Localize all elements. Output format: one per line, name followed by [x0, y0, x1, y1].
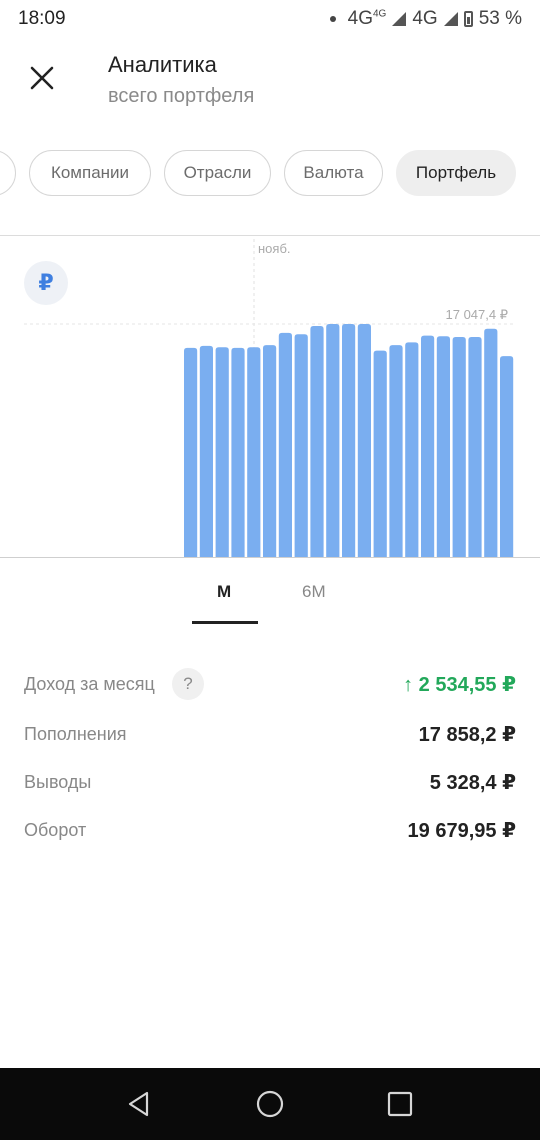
status-indicators: 4G4G 4G 53 %	[329, 8, 522, 30]
page-subtitle: всего портфеля	[108, 85, 255, 107]
chart-bar[interactable]	[436, 336, 450, 557]
chart-bar[interactable]	[184, 347, 198, 557]
filter-chips: Компании Отрасли Валюта Портфель	[0, 150, 540, 198]
portfolio-chart[interactable]: нояб. 17 047,4 ₽ ₽	[0, 235, 540, 559]
close-icon[interactable]	[22, 58, 62, 98]
chart-bar[interactable]	[199, 345, 213, 557]
arrow-up-icon: ↑	[403, 674, 414, 696]
stat-value: 5 328,4 ₽	[429, 772, 516, 794]
chart-bar[interactable]	[421, 335, 435, 557]
notification-dot-icon	[329, 16, 336, 22]
stat-label: Пополнения	[24, 724, 127, 744]
system-nav-bar	[0, 1068, 540, 1140]
chart-bar[interactable]	[215, 347, 229, 557]
stat-label: Доход за месяц	[24, 674, 155, 694]
network-type-2: 4G	[412, 8, 438, 29]
chart-bar[interactable]	[247, 347, 261, 557]
stat-label: Оборот	[24, 820, 87, 840]
stat-value: ↑ 2 534,55 ₽	[403, 674, 516, 696]
stat-row-turnover: Оборот 19 679,95 ₽	[24, 814, 516, 848]
signal-icon	[392, 12, 407, 26]
tab-month[interactable]: М	[217, 582, 231, 602]
chart-bar[interactable]	[484, 328, 498, 557]
home-icon[interactable]	[254, 1088, 286, 1120]
chart-bar[interactable]	[389, 345, 403, 557]
month-marker-label: нояб.	[258, 241, 291, 256]
back-icon[interactable]	[123, 1088, 155, 1120]
chip-portfolio[interactable]: Портфель	[396, 150, 516, 196]
recents-icon[interactable]	[384, 1088, 416, 1120]
stat-row-income: Доход за месяц ? ↑ 2 534,55 ₽	[24, 668, 516, 702]
bar-chart: нояб. 17 047,4 ₽	[0, 235, 540, 558]
chart-bar[interactable]	[294, 334, 308, 557]
stat-label: Выводы	[24, 772, 92, 792]
chart-bar[interactable]	[310, 326, 324, 557]
stat-value: 19 679,95 ₽	[407, 820, 516, 842]
signal-icon	[443, 12, 458, 26]
chip-industries[interactable]: Отрасли	[164, 150, 271, 196]
chart-bar[interactable]	[468, 336, 482, 557]
status-time: 18:09	[18, 8, 66, 29]
tab-six-months[interactable]: 6М	[302, 582, 326, 602]
chart-bar[interactable]	[452, 336, 466, 557]
stat-row-deposits: Пополнения 17 858,2 ₽	[24, 718, 516, 752]
help-icon[interactable]: ?	[172, 668, 204, 700]
chip-currency[interactable]: Валюта	[284, 150, 383, 196]
battery-icon	[463, 11, 473, 27]
chart-bar[interactable]	[357, 324, 371, 557]
chart-bar[interactable]	[263, 345, 277, 557]
chart-bar[interactable]	[405, 342, 419, 557]
currency-badge[interactable]: ₽	[24, 261, 68, 305]
chart-bar[interactable]	[342, 324, 356, 557]
chart-bar[interactable]	[500, 356, 514, 557]
chip-companies[interactable]: Компании	[29, 150, 151, 196]
page-title: Аналитика	[108, 52, 217, 77]
chart-bar[interactable]	[231, 347, 245, 557]
stat-row-withdrawals: Выводы 5 328,4 ₽	[24, 766, 516, 800]
active-tab-indicator	[192, 621, 258, 624]
network-type-1: 4G4G	[347, 8, 387, 29]
chart-bar[interactable]	[373, 350, 387, 557]
bars-group	[184, 324, 514, 557]
chart-bar[interactable]	[326, 324, 340, 557]
chart-bar[interactable]	[278, 332, 292, 557]
max-value-label: 17 047,4 ₽	[446, 307, 509, 322]
stat-value: 17 858,2 ₽	[418, 724, 516, 746]
chip-partial[interactable]	[0, 150, 16, 196]
battery-level: 53 %	[478, 8, 522, 29]
status-bar: 18:09 4G4G 4G 53 %	[0, 0, 540, 38]
